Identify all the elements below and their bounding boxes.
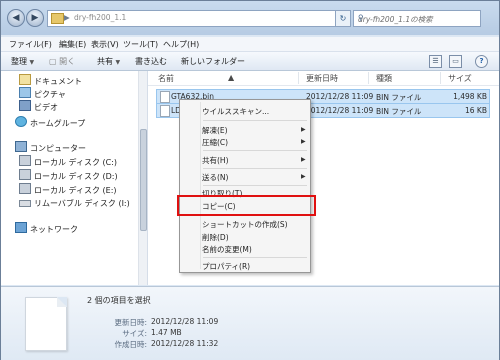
folder-icon [51, 13, 64, 24]
column-headers: 名前 ▲ 更新日時 種類 サイズ [148, 71, 499, 86]
address-bar[interactable]: ▶ dry-fh200_1.1 [47, 10, 345, 27]
submenu-arrow-icon: ▶ [301, 173, 306, 180]
computer-icon [15, 141, 27, 152]
column-size[interactable]: サイズ [448, 73, 472, 84]
burn-button[interactable]: 書き込む [135, 56, 167, 67]
title-bar: ◀ ▶ ▶ dry-fh200_1.1 ↻ dry-fh200_1.1の検索 ⚲ [1, 1, 499, 35]
nav-documents[interactable]: ドキュメント [19, 74, 82, 87]
nav-videos[interactable]: ビデオ [19, 100, 58, 113]
menu-bar: ファイル(F) 編集(E) 表示(V) ツール(T) ヘルプ(H) [1, 37, 499, 52]
menu-item-properties[interactable]: プロパティ(R) [202, 261, 250, 272]
menu-file[interactable]: ファイル(F) [9, 39, 52, 50]
forward-button[interactable]: ▶ [26, 9, 44, 27]
menu-item-extract[interactable]: 解凍(E) [202, 125, 228, 136]
nav-disk-c[interactable]: ローカル ディスク (C:) [19, 155, 117, 168]
menu-view[interactable]: 表示(V) [91, 39, 119, 50]
organize-button[interactable]: 整理 ▼ [11, 56, 34, 67]
file-icon [160, 91, 170, 103]
context-menu: ウイルススキャン... 解凍(E) ▶ 圧縮(C) ▶ 共有(H) ▶ 送る(N… [179, 99, 311, 273]
search-icon: ⚲ [358, 13, 364, 22]
size-label: サイズ: [122, 329, 147, 338]
nav-computer[interactable]: コンピューター [15, 141, 86, 154]
share-button[interactable]: 共有 ▼ [97, 56, 120, 67]
nav-scrollbar[interactable] [138, 71, 147, 285]
column-name[interactable]: 名前 [158, 73, 174, 84]
submenu-arrow-icon: ▶ [301, 126, 306, 133]
network-icon [15, 222, 27, 233]
details-pane: 2 個の項目を選択 更新日時: 2012/12/28 11:09 サイズ: 1.… [1, 286, 499, 360]
menu-item-virus-scan[interactable]: ウイルススキャン... [202, 106, 269, 117]
menu-item-share[interactable]: 共有(H) [202, 155, 229, 166]
file-date: 2012/12/28 11:09 [306, 106, 374, 115]
drive-icon [19, 169, 31, 180]
toolbar: 整理 ▼ ▢ 開く 共有 ▼ 書き込む 新しいフォルダー ☰ ▭ ? [1, 52, 499, 71]
videos-icon [19, 100, 31, 111]
drive-icon [19, 155, 31, 166]
nav-pictures[interactable]: ピクチャ [19, 87, 66, 100]
submenu-arrow-icon: ▶ [301, 138, 306, 145]
removable-drive-icon [19, 200, 31, 207]
modified-value: 2012/12/28 11:09 [151, 317, 219, 326]
pictures-icon [19, 87, 31, 98]
size-value: 1.47 MB [151, 328, 182, 337]
highlight-box [177, 195, 316, 216]
explorer-window: ◀ ▶ ▶ dry-fh200_1.1 ↻ dry-fh200_1.1の検索 ⚲… [0, 0, 500, 360]
file-size: 1,498 KB [453, 92, 487, 101]
menu-tools[interactable]: ツール(T) [123, 39, 158, 50]
sort-arrow-icon: ▲ [228, 73, 235, 82]
menu-item-create-shortcut[interactable]: ショートカットの作成(S) [202, 219, 288, 230]
menu-help[interactable]: ヘルプ(H) [163, 39, 199, 50]
column-type[interactable]: 種類 [376, 73, 392, 84]
breadcrumb: dry-fh200_1.1 [74, 13, 127, 22]
menu-item-send-to[interactable]: 送る(N) [202, 172, 228, 183]
breadcrumb-arrow-icon: ▶ [64, 13, 70, 22]
new-folder-button[interactable]: 新しいフォルダー [181, 56, 245, 67]
back-button[interactable]: ◀ [7, 9, 25, 27]
help-icon[interactable]: ? [475, 55, 488, 68]
nav-network[interactable]: ネットワーク [15, 222, 78, 235]
preview-pane-icon[interactable]: ▭ [449, 55, 462, 68]
view-options-icon[interactable]: ☰ [429, 55, 442, 68]
file-type: BIN ファイル [376, 93, 422, 102]
file-icon [160, 105, 170, 117]
menu-item-compress[interactable]: 圧縮(C) [202, 137, 228, 148]
column-date[interactable]: 更新日時 [306, 73, 338, 84]
file-size: 16 KB [465, 106, 487, 115]
file-date: 2012/12/28 11:09 [306, 92, 374, 101]
documents-icon [19, 74, 31, 85]
homegroup-icon [15, 116, 27, 127]
open-button[interactable]: ▢ 開く [49, 56, 75, 67]
search-input[interactable]: dry-fh200_1.1の検索 ⚲ [353, 10, 481, 27]
file-type: BIN ファイル [376, 107, 422, 116]
menu-item-rename[interactable]: 名前の変更(M) [202, 244, 252, 255]
document-icon [25, 297, 67, 351]
menu-item-delete[interactable]: 削除(D) [202, 232, 229, 243]
navigation-pane: ドキュメント ピクチャ ビデオ ホームグループ コンピューター ローカル ディス… [1, 71, 148, 285]
nav-disk-e[interactable]: ローカル ディスク (E:) [19, 183, 117, 196]
nav-removable[interactable]: リムーバブル ディスク (I:) [19, 197, 130, 209]
created-value: 2012/12/28 11:32 [151, 339, 219, 348]
created-label: 作成日時: [114, 340, 147, 349]
modified-label: 更新日時: [114, 318, 147, 327]
refresh-button[interactable]: ↻ [335, 10, 351, 27]
nav-homegroup[interactable]: ホームグループ [15, 116, 85, 129]
drive-icon [19, 183, 31, 194]
selection-count: 2 個の項目を選択 [87, 296, 151, 305]
submenu-arrow-icon: ▶ [301, 156, 306, 163]
nav-disk-d[interactable]: ローカル ディスク (D:) [19, 169, 118, 182]
menu-edit[interactable]: 編集(E) [59, 39, 86, 50]
scrollbar-thumb[interactable] [140, 129, 147, 231]
